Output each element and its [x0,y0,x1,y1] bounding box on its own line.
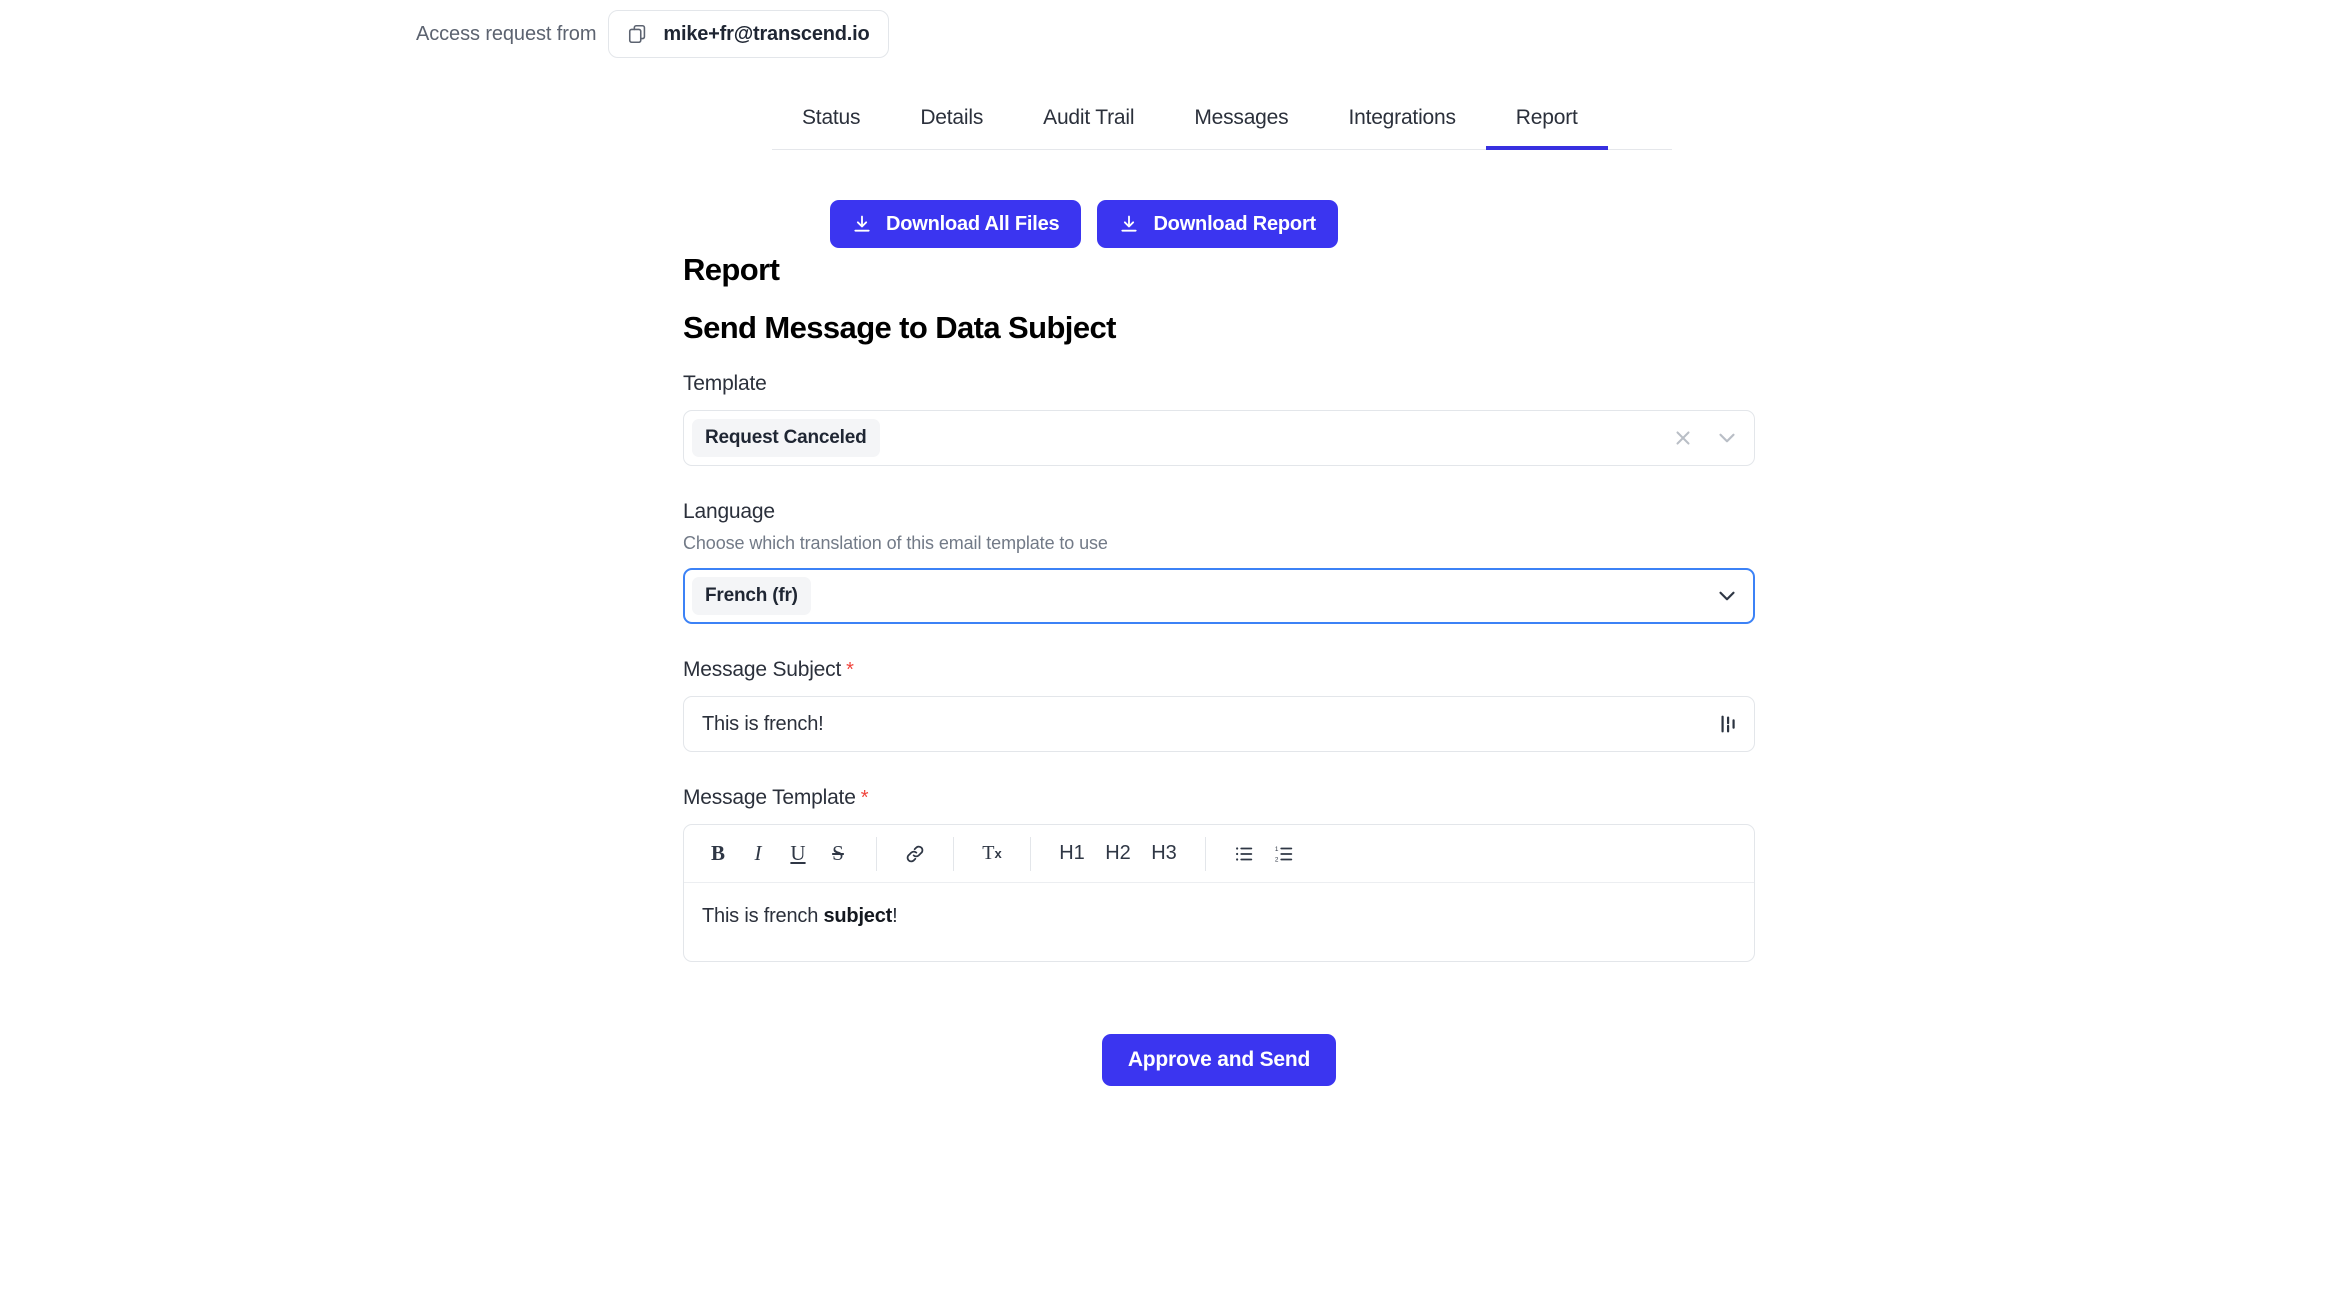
strikethrough-button[interactable]: S [818,834,858,874]
download-all-files-label: Download All Files [886,213,1059,236]
section-title: Send Message to Data Subject [683,310,1755,346]
numbered-list-button[interactable]: 1 2 [1264,834,1304,874]
spacer [683,752,1755,786]
message-template-body[interactable]: This is french subject! [684,883,1754,961]
tab-status[interactable]: Status [772,106,890,150]
editor-text-plain: This is french [702,905,823,927]
message-template-label: Message Template* [683,786,1755,810]
download-all-files-button[interactable]: Download All Files [830,200,1081,248]
chevron-down-icon[interactable] [1714,583,1740,609]
language-label: Language [683,500,1755,524]
tab-report[interactable]: Report [1486,106,1608,150]
language-field: Language Choose which translation of thi… [683,500,1755,624]
download-report-label: Download Report [1153,213,1316,236]
chevron-down-icon[interactable] [1714,425,1740,451]
heading-2-button[interactable]: H2 [1095,834,1141,874]
approve-and-send-button[interactable]: Approve and Send [1102,1034,1336,1086]
access-request-label: Access request from [416,23,596,46]
rich-text-editor: B I U S Tx [683,824,1755,962]
spacer [683,624,1755,658]
bullet-list-button[interactable] [1224,834,1264,874]
toolbar-divider [953,837,954,871]
requester-email: mike+fr@transcend.io [663,23,869,46]
tab-audit-trail[interactable]: Audit Trail [1013,106,1164,150]
required-marker: * [846,659,854,681]
message-subject-input[interactable] [702,697,1718,751]
access-request-banner: Access request from mike+fr@transcend.io [416,8,889,60]
message-subject-label-text: Message Subject [683,658,841,681]
svg-text:2: 2 [1275,856,1279,863]
report-page: Access request from mike+fr@transcend.io… [0,0,2346,1308]
language-selected-value: French (fr) [692,577,811,615]
heading-3-button[interactable]: H3 [1141,834,1187,874]
tab-messages[interactable]: Messages [1164,106,1318,150]
download-icon [1119,214,1139,234]
clear-format-button[interactable]: Tx [972,834,1012,874]
tab-details[interactable]: Details [890,106,1013,150]
message-subject-input-wrapper[interactable] [683,696,1755,752]
tab-bar: Status Details Audit Trail Messages Inte… [772,98,1672,150]
clear-format-subscript: x [994,846,1001,861]
link-button[interactable] [895,834,935,874]
clear-format-glyph: T [982,842,994,865]
editor-toolbar: B I U S Tx [684,825,1754,883]
message-template-label-text: Message Template [683,786,856,809]
download-actions: Download All Files Download Report [830,200,1338,248]
report-form: Report Send Message to Data Subject Temp… [683,252,1755,962]
required-marker: * [861,787,869,809]
editor-text-tail: ! [892,905,897,927]
underline-button[interactable]: U [778,834,818,874]
editor-text-bold: subject [823,905,892,927]
insert-variable-icon[interactable] [1718,713,1740,735]
svg-text:1: 1 [1275,845,1279,852]
message-subject-label: Message Subject* [683,658,1755,682]
template-select[interactable]: Request Canceled [683,410,1755,466]
download-icon [852,214,872,234]
page-title: Report [683,252,1755,288]
close-icon[interactable] [1668,423,1698,453]
toolbar-divider [876,837,877,871]
toolbar-divider [1205,837,1206,871]
italic-button[interactable]: I [738,834,778,874]
template-label: Template [683,372,1755,396]
tab-integrations[interactable]: Integrations [1318,106,1485,150]
submit-row: Approve and Send [683,1034,1755,1086]
heading-1-button[interactable]: H1 [1049,834,1095,874]
copy-icon [627,23,649,45]
requester-email-chip[interactable]: mike+fr@transcend.io [608,10,888,58]
download-report-button[interactable]: Download Report [1097,200,1338,248]
template-selected-value: Request Canceled [692,419,880,457]
spacer [683,466,1755,500]
message-subject-field: Message Subject* [683,658,1755,752]
language-help-text: Choose which translation of this email t… [683,533,1755,554]
template-field: Template Request Canceled [683,372,1755,466]
language-select[interactable]: French (fr) [683,568,1755,624]
bold-button[interactable]: B [698,834,738,874]
message-template-field: Message Template* B I U S [683,786,1755,962]
toolbar-divider [1030,837,1031,871]
